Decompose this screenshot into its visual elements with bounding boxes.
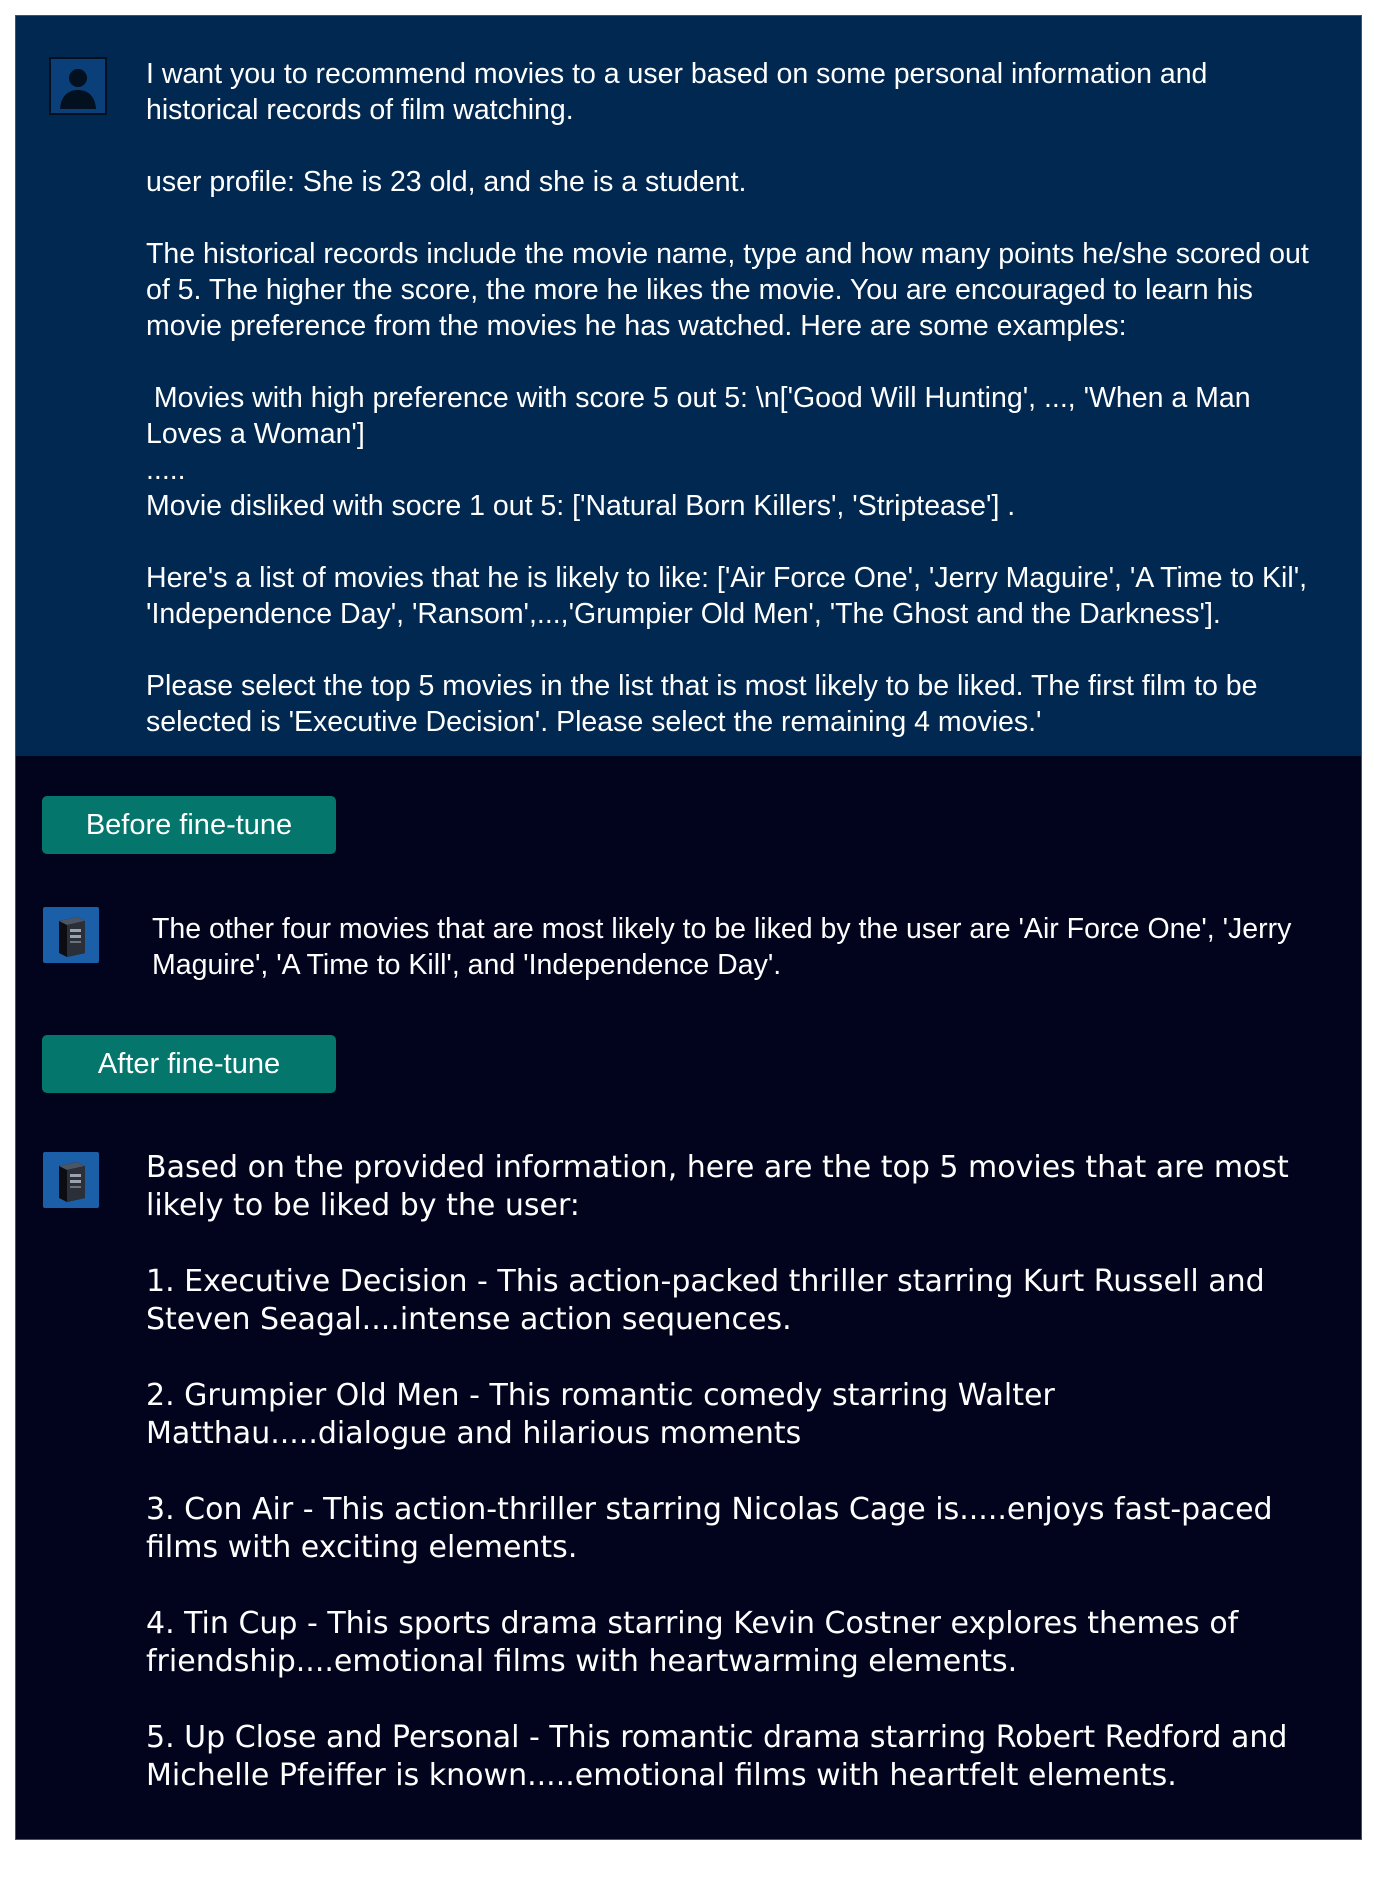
- before-response-paragraph: The other four movies that are most like…: [152, 913, 1292, 981]
- prompt-paragraph: Please select the top 5 movies in the li…: [146, 670, 1258, 738]
- user-prompt-text: I want you to recommend movies to a user…: [146, 56, 1326, 740]
- before-response-text: The other four movies that are most like…: [152, 911, 1322, 983]
- list-item: 3. Con Air - This action-thriller starri…: [146, 1492, 1273, 1565]
- prompt-paragraph: Here's a list of movies that he is likel…: [146, 562, 1308, 630]
- prompt-paragraph: The historical records include the movie…: [146, 238, 1309, 342]
- after-response-text: Based on the provided information, here …: [146, 1149, 1336, 1795]
- chat-frame: I want you to recommend movies to a user…: [15, 15, 1362, 1840]
- prompt-paragraph: I want you to recommend movies to a user…: [146, 58, 1208, 126]
- after-fine-tune-label: After fine-tune: [42, 1035, 336, 1093]
- user-prompt-panel: I want you to recommend movies to a user…: [16, 16, 1361, 756]
- before-fine-tune-label: Before fine-tune: [42, 796, 336, 854]
- prompt-paragraph: Movie disliked with socre 1 out 5: ['Nat…: [146, 490, 1016, 522]
- prompt-paragraph: user profile: She is 23 old, and she is …: [146, 166, 747, 198]
- list-item: 4. Tin Cup - This sports drama starring …: [146, 1606, 1239, 1679]
- computer-tower-icon: [43, 907, 99, 963]
- list-item: 1. Executive Decision - This action-pack…: [146, 1264, 1265, 1337]
- user-avatar-icon: [49, 57, 107, 115]
- list-item: 2. Grumpier Old Men - This romantic come…: [146, 1378, 1055, 1451]
- computer-tower-icon: [43, 1152, 99, 1208]
- prompt-paragraph: Movies with high preference with score 5…: [146, 382, 1259, 450]
- list-item: 5. Up Close and Personal - This romantic…: [146, 1720, 1288, 1793]
- after-response-intro: Based on the provided information, here …: [146, 1150, 1289, 1223]
- prompt-paragraph: .....: [146, 454, 186, 486]
